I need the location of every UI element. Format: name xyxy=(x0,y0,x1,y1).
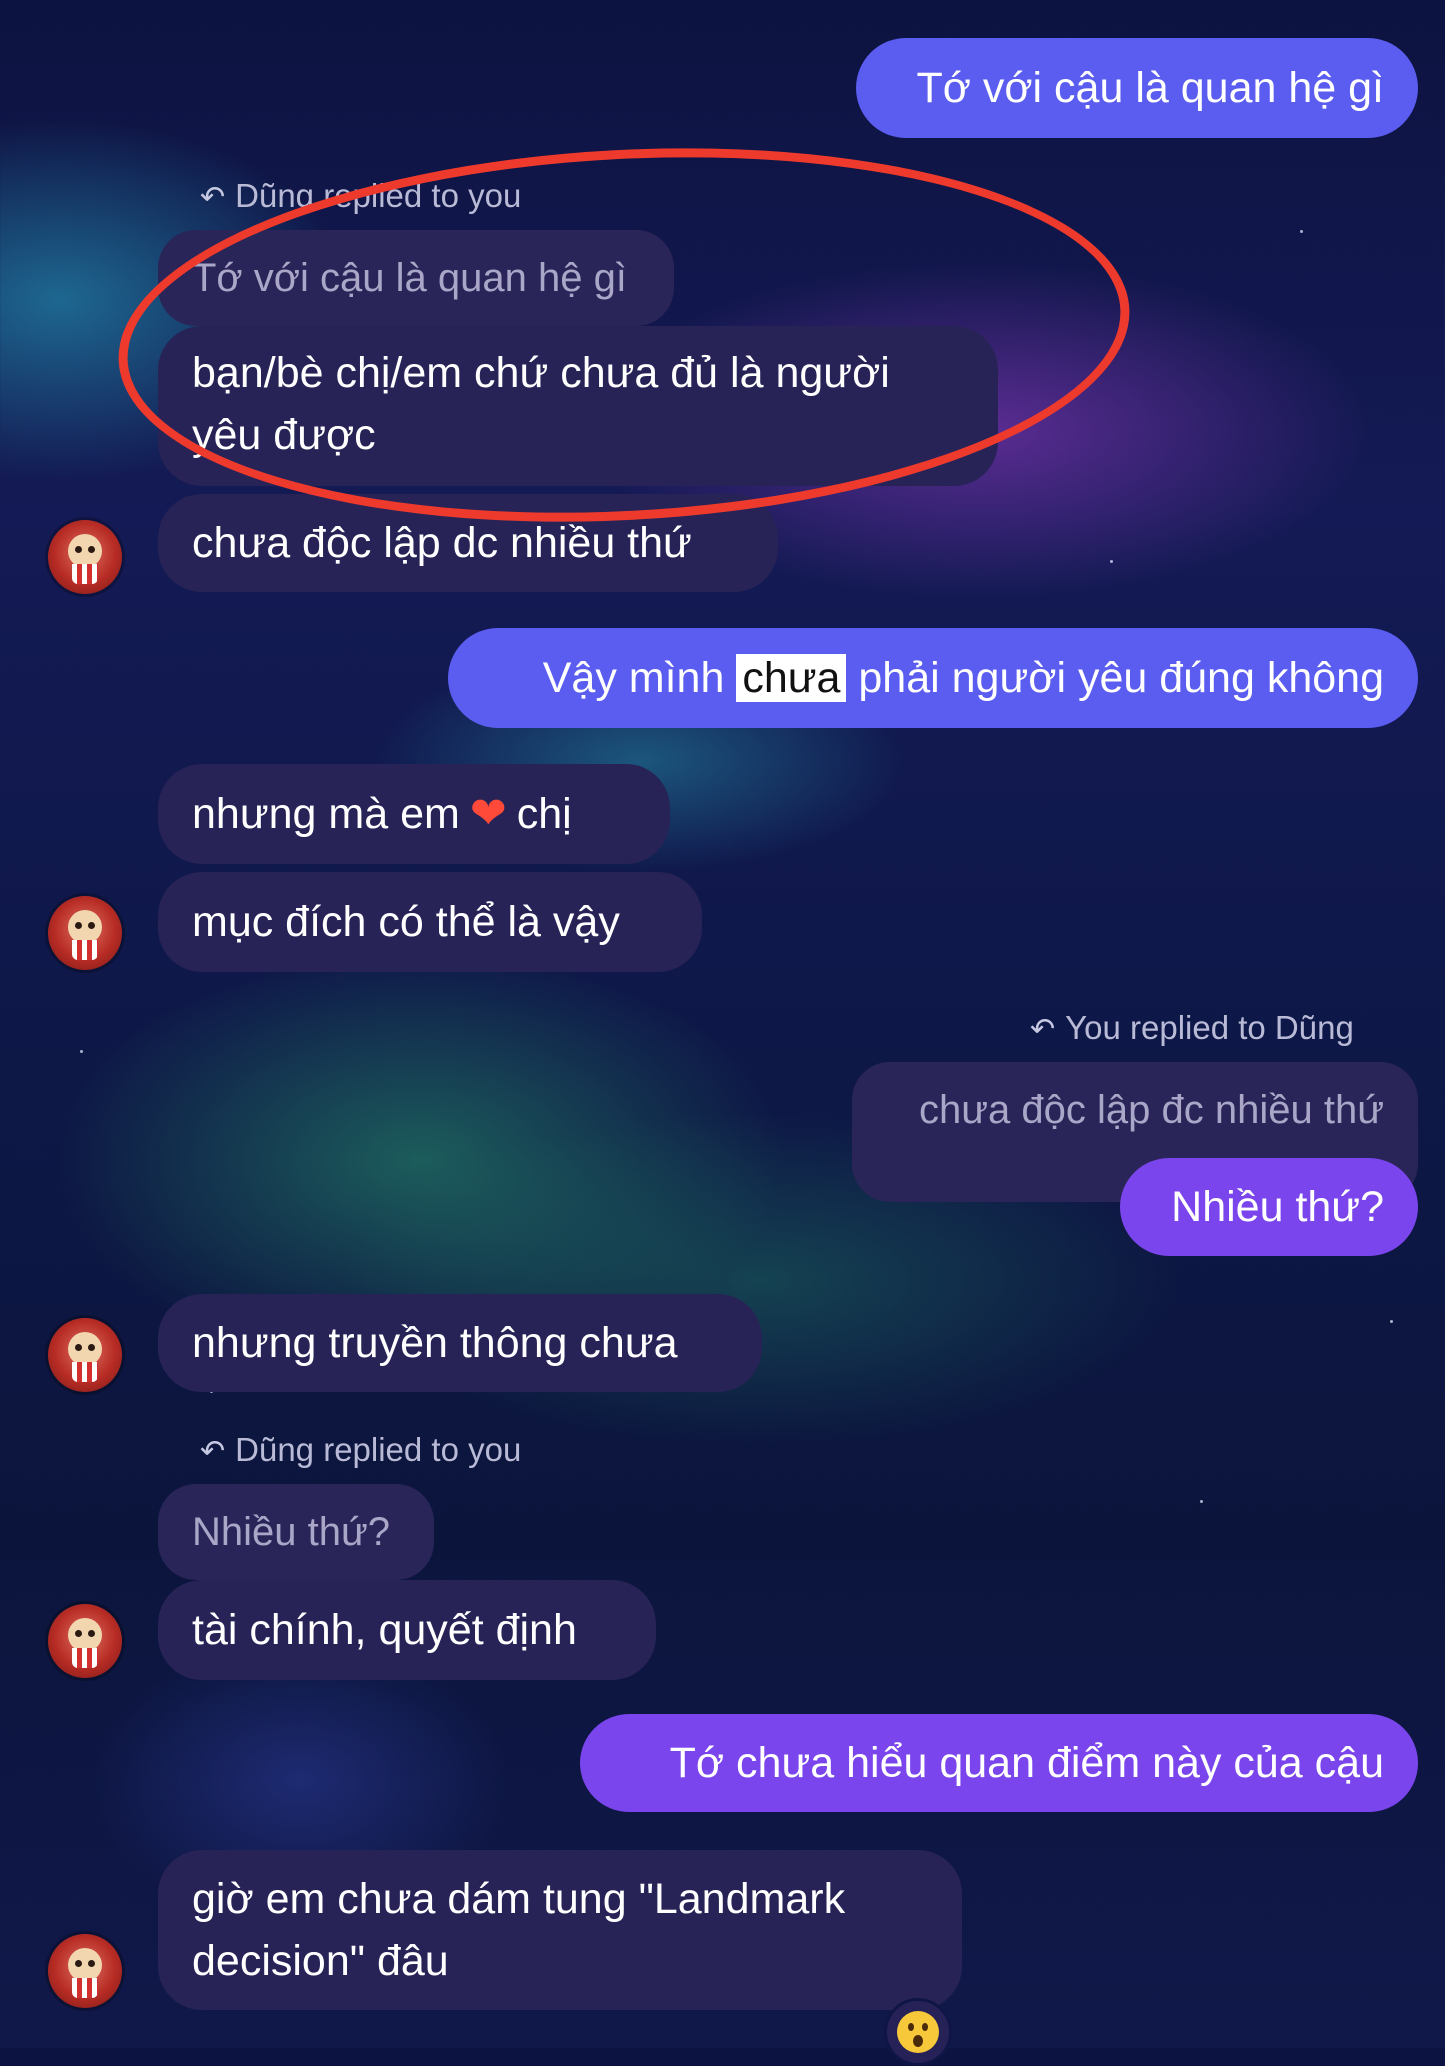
message-text: chưa độc lập dc nhiều thứ xyxy=(192,519,692,567)
fire-heart-emoji-icon: ❤ xyxy=(469,789,507,838)
avatar-face xyxy=(68,1948,102,1982)
message-text: mục đích có thể là vậy xyxy=(192,898,620,946)
incoming-message[interactable]: nhưng mà em ❤ chị xyxy=(158,764,670,864)
reply-header: ↶ Dũng replied to you xyxy=(200,176,521,218)
message-text-part: chị xyxy=(516,790,572,838)
popcorn-icon xyxy=(72,940,98,960)
reply-arrow-icon: ↶ xyxy=(200,181,226,214)
avatar[interactable] xyxy=(48,896,122,970)
surprised-face-emoji-icon xyxy=(897,2011,939,2053)
star xyxy=(1200,1500,1203,1503)
message-text-line: yêu được xyxy=(192,411,376,459)
star xyxy=(1300,230,1303,233)
message-text-line: decision" đâu xyxy=(192,1937,449,1985)
incoming-message[interactable]: bạn/bè chị/em chứ chưa đủ là người yêu đ… xyxy=(158,326,998,486)
avatar-face xyxy=(68,534,102,568)
outgoing-message[interactable]: Vậy mình chưa phải người yêu đúng không xyxy=(448,628,1418,728)
message-reaction[interactable] xyxy=(884,1998,952,2066)
quoted-text: Tớ với cậu là quan hệ gì xyxy=(192,256,627,300)
reply-arrow-icon: ↶ xyxy=(1030,1013,1056,1046)
star xyxy=(1110,560,1113,563)
message-text: Tớ chưa hiểu quan điểm này của cậu xyxy=(669,1739,1384,1787)
outgoing-message[interactable]: Tớ với cậu là quan hệ gì xyxy=(856,38,1418,138)
outgoing-message[interactable]: Tớ chưa hiểu quan điểm này của cậu xyxy=(580,1714,1418,1812)
quoted-message[interactable]: Nhiều thứ? xyxy=(158,1484,434,1580)
quoted-text: chưa độc lập đc nhiều thứ xyxy=(919,1088,1384,1132)
message-text-line: giờ em chưa dám tung "Landmark xyxy=(192,1875,846,1923)
popcorn-icon xyxy=(72,564,98,584)
message-text: Nhiều thứ? xyxy=(1171,1183,1384,1231)
message-text: Tớ với cậu là quan hệ gì xyxy=(916,64,1384,112)
popcorn-icon xyxy=(72,1978,98,1998)
reply-header: ↶ Dũng replied to you xyxy=(200,1430,521,1472)
message-text: nhưng truyền thông chưa xyxy=(192,1319,678,1367)
message-text-part: nhưng mà em xyxy=(192,790,460,838)
quoted-text: Nhiều thứ? xyxy=(192,1510,391,1554)
avatar[interactable] xyxy=(48,1604,122,1678)
incoming-message[interactable]: mục đích có thể là vậy xyxy=(158,872,702,972)
popcorn-icon xyxy=(72,1362,98,1382)
incoming-message[interactable]: nhưng truyền thông chưa xyxy=(158,1294,762,1392)
quoted-message[interactable]: Tớ với cậu là quan hệ gì xyxy=(158,230,674,326)
message-text-part: phải người yêu đúng không xyxy=(858,654,1384,702)
reply-arrow-icon: ↶ xyxy=(200,1435,226,1468)
reply-header-text: You replied to Dũng xyxy=(1065,1009,1354,1046)
star xyxy=(1390,1320,1393,1323)
avatar-face xyxy=(68,910,102,944)
message-text-part: Vậy mình xyxy=(542,654,725,702)
popcorn-icon xyxy=(72,1648,98,1668)
avatar[interactable] xyxy=(48,520,122,594)
reply-header-text: Dũng replied to you xyxy=(235,1431,522,1468)
highlighted-word: chưa xyxy=(736,654,847,702)
star xyxy=(80,1050,83,1053)
incoming-message[interactable]: tài chính, quyết định xyxy=(158,1580,656,1680)
message-text: tài chính, quyết định xyxy=(192,1606,577,1654)
reply-header-text: Dũng replied to you xyxy=(235,177,522,214)
avatar[interactable] xyxy=(48,1318,122,1392)
incoming-message[interactable]: chưa độc lập dc nhiều thứ xyxy=(158,494,778,592)
incoming-message[interactable]: giờ em chưa dám tung "Landmark decision"… xyxy=(158,1850,962,2010)
reply-header: ↶ You replied to Dũng xyxy=(1030,1008,1354,1050)
message-text-line: bạn/bè chị/em chứ chưa đủ là người xyxy=(192,349,890,397)
avatar-face xyxy=(68,1618,102,1652)
outgoing-message[interactable]: Nhiều thứ? xyxy=(1120,1158,1418,1256)
avatar[interactable] xyxy=(48,1934,122,2008)
avatar-face xyxy=(68,1332,102,1366)
